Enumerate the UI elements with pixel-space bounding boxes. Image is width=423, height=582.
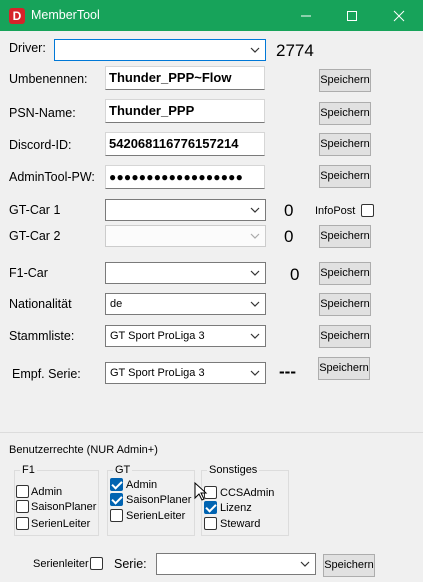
gtcar-save-button[interactable]: Speichern [319, 225, 371, 248]
adminpw-label: AdminTool-PW: [9, 170, 95, 184]
f1-admin-checkbox[interactable] [16, 485, 29, 498]
serienleiter-label: Serienleiter [33, 558, 89, 570]
steward-checkbox[interactable] [204, 517, 217, 530]
minimize-button[interactable] [283, 0, 329, 31]
close-button[interactable] [376, 0, 422, 31]
stammliste-save-button[interactable]: Speichern [319, 325, 371, 348]
chevron-down-icon [300, 561, 310, 567]
rename-input[interactable]: Thunder_PPP~Flow [105, 66, 265, 90]
nationality-select[interactable]: de [105, 293, 266, 315]
chevron-down-icon [250, 207, 260, 213]
gt-group-title: GT [113, 464, 133, 476]
gt-saisonplaner-label: SaisonPlaner [126, 494, 192, 506]
mouse-cursor-icon [194, 482, 208, 501]
maximize-button[interactable] [329, 0, 375, 31]
f1-saisonplaner-label: SaisonPlaner [31, 501, 97, 513]
gt-saisonplaner-checkbox[interactable] [110, 493, 123, 506]
ccsadmin-label: CCSAdmin [220, 487, 275, 499]
gtcar1-count: 0 [284, 201, 294, 220]
infopost-label: InfoPost [315, 205, 356, 217]
adminpw-save-button[interactable]: Speichern [319, 165, 371, 188]
series-select[interactable]: GT Sport ProLiga 3 [105, 362, 266, 384]
nationality-value: de [110, 298, 123, 310]
gt-admin-checkbox[interactable] [110, 478, 123, 491]
stammliste-label: Stammliste: [9, 329, 75, 343]
discord-label: Discord-ID: [9, 138, 72, 152]
separator [0, 432, 423, 433]
nationality-label: Nationalität [9, 297, 72, 311]
steward-label: Steward [220, 518, 261, 530]
gtcar2-select[interactable] [105, 225, 266, 247]
driver-number: 2774 [276, 41, 314, 60]
f1-admin-label: Admin [31, 486, 63, 498]
serienleiter-checkbox[interactable] [90, 557, 103, 570]
series-value: GT Sport ProLiga 3 [110, 367, 205, 379]
stammliste-select[interactable]: GT Sport ProLiga 3 [105, 325, 266, 347]
chevron-down-icon [250, 233, 260, 239]
rename-label: Umbenennen: [9, 72, 88, 86]
gtcar2-count: 0 [284, 227, 294, 246]
footer-save-button[interactable]: Speichern [323, 554, 375, 577]
adminpw-input[interactable]: ●●●●●●●●●●●●●●●●●● [105, 165, 265, 189]
minimize-icon [301, 15, 311, 16]
gt-admin-label: Admin [126, 479, 158, 491]
serie-label: Serie: [114, 557, 147, 571]
chevron-down-icon [250, 270, 260, 276]
window-title: MemberTool [31, 8, 100, 22]
driver-select[interactable] [54, 39, 266, 61]
discord-save-button[interactable]: Speichern [319, 133, 371, 156]
driver-label: Driver: [9, 41, 46, 55]
gt-serienleiter-checkbox[interactable] [110, 509, 123, 522]
chevron-down-icon [250, 47, 260, 53]
rename-save-button[interactable]: Speichern [319, 69, 371, 92]
psn-save-button[interactable]: Speichern [319, 102, 371, 125]
f1car-select[interactable] [105, 262, 266, 284]
close-icon [393, 10, 405, 21]
chevron-down-icon [250, 333, 260, 339]
lizenz-label: Lizenz [220, 502, 252, 514]
f1car-count: 0 [290, 265, 300, 284]
rights-title: Benutzerrechte (NUR Admin+) [9, 444, 158, 456]
discord-input[interactable]: 542068116776157214 [105, 132, 265, 156]
f1-saisonplaner-checkbox[interactable] [16, 500, 29, 513]
maximize-icon [347, 10, 357, 21]
series-save-button[interactable]: Speichern [318, 357, 370, 380]
f1car-save-button[interactable]: Speichern [319, 262, 371, 285]
psn-input[interactable]: Thunder_PPP [105, 99, 265, 123]
gtcar2-label: GT-Car 2 [9, 229, 61, 243]
gt-serienleiter-label: SerienLeiter [126, 510, 186, 522]
chevron-down-icon [250, 370, 260, 376]
f1-serienleiter-label: SerienLeiter [31, 518, 91, 530]
title-bar[interactable]: D MemberTool [0, 0, 423, 31]
gtcar1-select[interactable] [105, 199, 266, 221]
lizenz-checkbox[interactable] [204, 501, 217, 514]
gtcar1-label: GT-Car 1 [9, 203, 61, 217]
infopost-checkbox[interactable] [361, 204, 374, 217]
serie-select[interactable] [156, 553, 316, 575]
nationality-save-button[interactable]: Speichern [319, 293, 371, 316]
psn-label: PSN-Name: [9, 106, 76, 120]
sonstiges-group-title: Sonstiges [207, 464, 260, 476]
app-icon: D [9, 8, 25, 24]
f1-group-title: F1 [20, 464, 37, 476]
series-dashes: --- [279, 362, 296, 381]
f1car-label: F1-Car [9, 266, 48, 280]
chevron-down-icon [250, 301, 260, 307]
series-label: Empf. Serie: [12, 367, 81, 381]
stammliste-value: GT Sport ProLiga 3 [110, 330, 205, 342]
f1-serienleiter-checkbox[interactable] [16, 517, 29, 530]
